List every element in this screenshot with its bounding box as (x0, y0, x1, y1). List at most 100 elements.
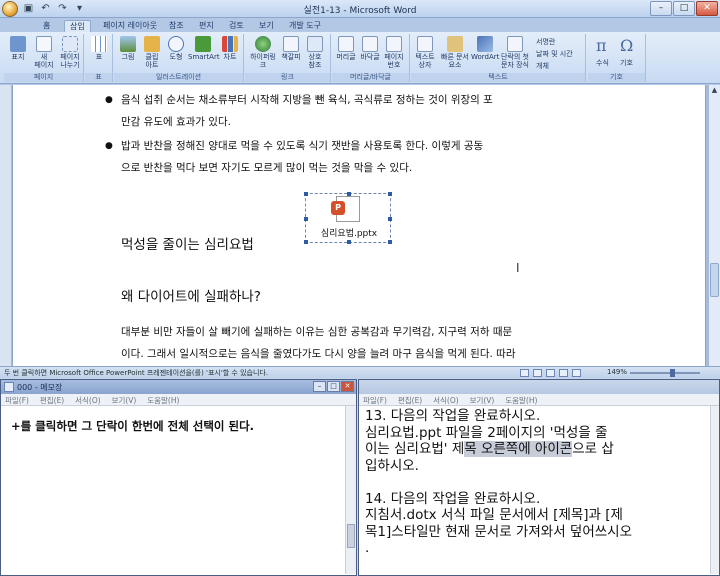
wordart-button[interactable]: WordArt (471, 36, 499, 61)
quick-parts-button[interactable]: 빠른 문서 요소 (439, 36, 471, 69)
cover-page-button[interactable]: 표지 (6, 36, 30, 61)
menu-view[interactable]: 보기(V) (108, 394, 141, 407)
window-controls: – □ ✕ (650, 1, 718, 16)
status-message: 두 번 클릭하면 Microsoft Office PowerPoint 프레젠… (4, 369, 269, 377)
group-label-table: 표 (85, 73, 112, 82)
minimize-button[interactable]: – (313, 381, 326, 392)
menu-edit[interactable]: 편집(E) (36, 394, 68, 407)
page-break-button[interactable]: 페이지 나누기 (58, 36, 82, 69)
print-layout-icon[interactable] (520, 369, 529, 377)
resize-handle[interactable] (304, 217, 308, 221)
web-layout-icon[interactable] (546, 369, 555, 377)
notepad-text-area[interactable]: +를 클릭하면 그 단락이 한번에 전체 선택이 된다. (11, 418, 254, 434)
notepad-menubar: 파일(F) 편집(E) 서식(O) 보기(V) 도움말(H) (1, 394, 356, 406)
notepad-menubar: 파일(F) 편집(E) 서식(O) 보기(V) 도움말(H) (359, 394, 719, 406)
heading-2: 왜 다이어트에 실패하나? (121, 289, 261, 305)
full-screen-reading-icon[interactable] (533, 369, 542, 377)
symbol-button[interactable]: 기호 (620, 58, 633, 68)
header-button[interactable]: 머리글 (334, 36, 358, 61)
minimize-button[interactable]: – (650, 1, 672, 16)
maximize-button[interactable]: □ (327, 381, 340, 392)
bullet-item: ● 음식 섭취 순서는 채소류부터 시작해 지방을 뺀 육식, 곡식류로 정하는… (105, 89, 611, 133)
bullet-icon: ● (105, 141, 113, 151)
bullet-item: ● 밥과 반찬을 정해진 양대로 먹을 수 있도록 식기 잿반을 사용토록 한다… (105, 135, 611, 179)
menu-help[interactable]: 도움말(H) (501, 394, 541, 407)
clip-art-button[interactable]: 클립 아트 (140, 36, 164, 69)
powerpoint-file-icon: P (331, 196, 360, 222)
chart-button[interactable]: 차트 (218, 36, 242, 61)
vertical-ruler (0, 85, 12, 366)
group-table: 표 표 (85, 34, 113, 82)
menu-view[interactable]: 보기(V) (466, 394, 499, 407)
scrollbar-thumb[interactable] (710, 263, 719, 297)
resize-handle[interactable] (347, 240, 351, 244)
notepad-title: 000 - 메모장 (17, 383, 63, 392)
close-button[interactable]: ✕ (341, 381, 354, 392)
drop-cap-button[interactable]: 단락의 첫 문자 장식 (499, 36, 531, 69)
document-page[interactable]: ● 음식 섭취 순서는 채소류부터 시작해 지방을 뺀 육식, 곡식류로 정하는… (12, 85, 706, 366)
menu-file[interactable]: 파일(F) (359, 394, 391, 407)
picture-button[interactable]: 그림 (116, 36, 140, 61)
hyperlink-button[interactable]: 하이퍼링크 (247, 36, 279, 69)
notepad-window-1: 000 - 메모장 – □ ✕ 파일(F) 편집(E) 서식(O) 보기(V) … (0, 379, 357, 576)
equation-button[interactable]: 수식 (596, 58, 609, 68)
body-paragraph: 대부분 비만 자들이 살 빼기에 실패하는 이유는 심한 공복감과 무기력감, … (121, 326, 516, 360)
selected-text: 목 오른쪽에 아이콘 (464, 441, 573, 457)
ribbon: 표지 새 페이지 페이지 나누기 페이지 표 표 그림 클립 아트 도형 SmartA… (0, 32, 720, 84)
embedded-pptx-object[interactable]: P 심리요법.pptx (304, 192, 392, 244)
zoom-slider-knob[interactable] (670, 369, 675, 377)
menu-file[interactable]: 파일(F) (1, 394, 33, 407)
status-bar: 두 번 클릭하면 Microsoft Office PowerPoint 프레젠… (0, 366, 720, 378)
text-box-button[interactable]: 텍스트 상자 (413, 36, 437, 69)
page-number-button[interactable]: 페이지 번호 (382, 36, 406, 69)
table-button[interactable]: 표 (87, 36, 111, 61)
group-label-links: 링크 (245, 73, 330, 82)
group-pages: 표지 새 페이지 페이지 나누기 페이지 (4, 34, 84, 82)
group-header-footer: 머리글 바닥글 페이지 번호 머리글/바닥글 (332, 34, 410, 82)
bullet-icon: ● (105, 95, 113, 105)
zoom-level[interactable]: 149% (607, 368, 627, 376)
scroll-up-icon[interactable]: ▲ (709, 85, 720, 96)
object-button[interactable]: 개체 (536, 61, 549, 71)
group-label-symbols: 기호 (588, 73, 645, 82)
group-label-pages: 페이지 (4, 73, 83, 82)
scrollbar-thumb[interactable] (347, 524, 355, 548)
word-window: ▣ ↶ ↷ ▾ 실전1-13 - Microsoft Word – □ ✕ 홈 … (0, 0, 720, 378)
notepad-scrollbar[interactable] (710, 406, 719, 574)
bookmark-button[interactable]: 책갈피 (279, 36, 303, 61)
footer-button[interactable]: 바닥글 (358, 36, 382, 61)
date-time-button[interactable]: 날짜 및 시간 (536, 49, 573, 59)
resize-handle[interactable] (304, 240, 308, 244)
group-label-header-footer: 머리글/바닥글 (332, 73, 409, 82)
text-cursor-icon: I (516, 261, 520, 275)
document-area: ● 음식 섭취 순서는 채소류부터 시작해 지방을 뺀 육식, 곡식류로 정하는… (0, 85, 720, 366)
resize-handle[interactable] (388, 192, 392, 196)
maximize-button[interactable]: □ (673, 1, 695, 16)
outline-view-icon[interactable] (559, 369, 568, 377)
vertical-scrollbar[interactable]: ▲ (708, 85, 720, 366)
menu-help[interactable]: 도움말(H) (143, 394, 183, 407)
notepad-text-area[interactable]: 13. 다음의 작업을 완료하시오. 심리요법.ppt 파일을 2페이지의 '먹… (365, 408, 710, 557)
cross-reference-button[interactable]: 상호 참조 (303, 36, 327, 69)
embedded-object-name: 심리요법.pptx (320, 229, 378, 239)
shapes-button[interactable]: 도형 (164, 36, 188, 61)
resize-handle[interactable] (388, 240, 392, 244)
resize-handle[interactable] (304, 192, 308, 196)
resize-handle[interactable] (388, 217, 392, 221)
group-label-illustrations: 일러스트레이션 (114, 73, 243, 82)
menu-format[interactable]: 서식(O) (71, 394, 105, 407)
group-symbols: π Ω 수식 기호 기호 (588, 34, 646, 82)
title-bar: ▣ ↶ ↷ ▾ 실전1-13 - Microsoft Word – □ ✕ (0, 0, 720, 18)
notepad-scrollbar[interactable] (345, 406, 356, 574)
menu-format[interactable]: 서식(O) (429, 394, 463, 407)
menu-edit[interactable]: 편집(E) (394, 394, 426, 407)
smartart-button[interactable]: SmartArt (188, 36, 220, 61)
group-label-text: 텍스트 (411, 73, 585, 82)
draft-view-icon[interactable] (572, 369, 581, 377)
blank-page-button[interactable]: 새 페이지 (32, 36, 56, 69)
close-button[interactable]: ✕ (696, 1, 718, 16)
zoom-slider[interactable] (630, 369, 700, 377)
signature-line-button[interactable]: 서명란 (536, 37, 555, 47)
group-links: 하이퍼링크 책갈피 상호 참조 링크 (245, 34, 331, 82)
notepad-title-bar (359, 380, 719, 394)
